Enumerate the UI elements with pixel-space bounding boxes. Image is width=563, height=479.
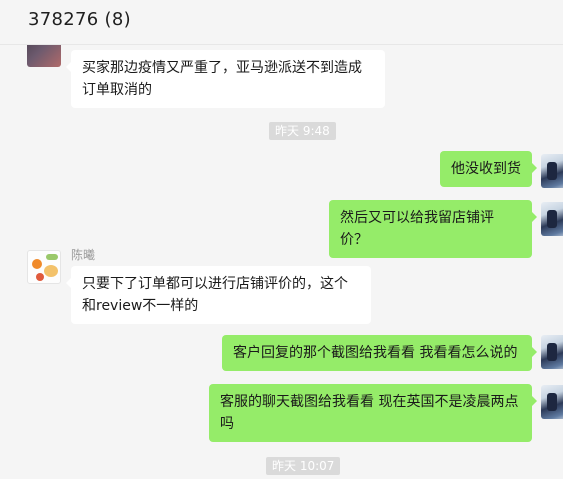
avatar[interactable] <box>541 335 563 369</box>
message-bubble-outgoing[interactable]: 他没收到货 <box>440 151 537 187</box>
avatar[interactable] <box>27 250 61 284</box>
message-bubble-outgoing[interactable]: 客户回复的那个截图给我看看 我看看怎么说的 <box>222 335 537 371</box>
message-bubble-outgoing[interactable]: 客服的聊天截图给我看看 现在英国不是凌晨两点吗 <box>209 384 537 442</box>
timestamp: 昨天 9:48 <box>269 122 336 140</box>
avatar[interactable] <box>541 202 563 236</box>
avatar[interactable] <box>541 154 563 188</box>
timestamp: 昨天 10:07 <box>266 457 341 475</box>
chat-header: 378276 (8) <box>0 0 563 45</box>
message-list[interactable]: 买家那边疫情又严重了，亚马逊派送不到造成订单取消的 昨天 9:48 他没收到货 … <box>0 45 563 479</box>
message-bubble-incoming[interactable]: 买家那边疫情又严重了，亚马逊派送不到造成订单取消的 <box>66 50 385 108</box>
message-bubble-outgoing[interactable]: 然后又可以给我留店铺评价？ <box>329 200 537 258</box>
avatar[interactable] <box>541 385 563 419</box>
sender-name: 陈曦 <box>71 248 96 262</box>
avatar[interactable] <box>27 45 61 67</box>
chat-title: 378276 (8) <box>28 9 131 30</box>
message-bubble-incoming[interactable]: 只要下了订单都可以进行店铺评价的，这个和review不一样的 <box>66 266 371 324</box>
